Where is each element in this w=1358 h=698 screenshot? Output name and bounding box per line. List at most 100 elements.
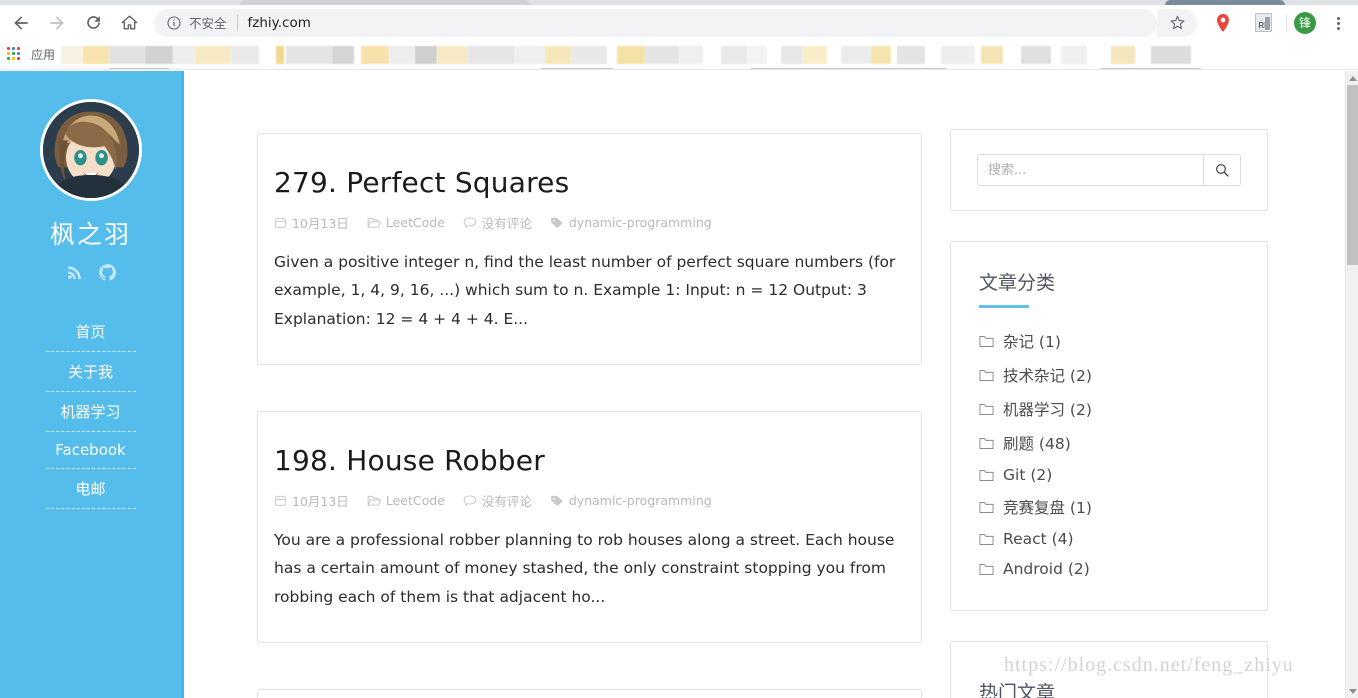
chevron-up-icon: [1348, 75, 1357, 81]
folder-icon: [979, 501, 994, 513]
sidebar-nav: 首页 关于我 机器学习 Facebook 电邮: [0, 312, 181, 509]
category-label: Git (2): [1003, 466, 1053, 484]
post-excerpt: You are a professional robber planning t…: [274, 530, 895, 606]
folder-icon: [367, 495, 381, 506]
forward-button[interactable]: [42, 8, 72, 38]
sidebar-item-email[interactable]: 电邮: [0, 469, 181, 508]
chrome-menu-button[interactable]: [1326, 11, 1350, 35]
post-comments[interactable]: 没有评论: [463, 491, 532, 510]
post-comments-text: 没有评论: [481, 215, 532, 231]
sidebar-item-home[interactable]: 首页: [0, 312, 181, 351]
rp-extension-icon[interactable]: RP: [1249, 9, 1277, 37]
post-card[interactable]: 198. House Robber 10月13日 LeetCode 没有评论 d…: [257, 410, 922, 643]
bookmark-star-button[interactable]: [1157, 8, 1197, 37]
post-excerpt: Given a positive integer n, find the lea…: [274, 252, 896, 329]
post-meta: 10月13日 LeetCode 没有评论 dynamic-programming: [274, 213, 905, 232]
sidebar-item-machine-learning[interactable]: 机器学习: [0, 392, 181, 431]
title-underline: [979, 305, 1029, 308]
site-title: 枫之羽: [49, 220, 131, 249]
info-icon[interactable]: [166, 15, 182, 31]
bookmarks-bar: 应用: [0, 40, 1358, 70]
scroll-up-button[interactable]: [1346, 71, 1358, 85]
post-comments[interactable]: 没有评论: [463, 213, 532, 232]
apps-label[interactable]: 应用: [31, 46, 55, 63]
chevron-down-icon: [1348, 688, 1357, 694]
comment-icon: [463, 494, 477, 506]
browser-window: 不安全 fzhiy.com RP 锋 应用 枫之羽 首页 关于我 机器学习 Fa…: [0, 0, 1358, 698]
post-category-text: LeetCode: [385, 214, 445, 230]
list-item[interactable]: React (4): [979, 524, 1239, 554]
folder-icon: [979, 369, 994, 381]
post-category-text: LeetCode: [385, 492, 445, 508]
reload-button[interactable]: [78, 8, 108, 38]
post-title[interactable]: 198. House Robber: [274, 445, 905, 477]
nav-divider: [45, 508, 136, 509]
category-label: Android (2): [1003, 560, 1090, 578]
page-scrollbar[interactable]: [1345, 71, 1358, 698]
rp-extension-badge: RP: [1254, 13, 1272, 32]
category-label: 刷题 (48): [1003, 435, 1071, 453]
omnibox-divider: [236, 15, 238, 30]
categories-title: 文章分类: [979, 272, 1056, 294]
comment-icon: [463, 217, 477, 228]
folder-icon: [979, 403, 994, 415]
post-title[interactable]: 279. Perfect Squares: [274, 167, 905, 199]
calendar-icon: [275, 494, 286, 506]
post-date: 10月13日: [274, 213, 349, 232]
sidebar-item-about[interactable]: 关于我: [0, 352, 181, 391]
post-tag[interactable]: dynamic-programming: [550, 215, 712, 230]
list-item[interactable]: 刷题 (48): [979, 426, 1239, 460]
folder-icon: [979, 437, 994, 449]
search-button[interactable]: [1203, 154, 1241, 186]
folder-icon: [979, 335, 994, 347]
scrollbar-thumb[interactable]: [1347, 85, 1358, 265]
post-comments-text: 没有评论: [481, 493, 532, 509]
list-item[interactable]: Android (2): [979, 554, 1239, 584]
tag-icon: [551, 217, 563, 228]
address-bar[interactable]: 不安全 fzhiy.com: [154, 8, 1157, 37]
profile-avatar[interactable]: 锋: [1294, 11, 1316, 34]
site-sidebar: 枫之羽 首页 关于我 机器学习 Facebook 电邮: [0, 71, 184, 698]
browser-toolbar: 不安全 fzhiy.com RP 锋: [0, 5, 1358, 40]
categories-widget: 文章分类 杂记 (1) 技术杂记 (2) 机器学习 (2) 刷题 (48) Gi…: [950, 241, 1268, 611]
post-category[interactable]: LeetCode: [367, 215, 445, 230]
post-date: 10月13日: [274, 491, 349, 510]
list-item[interactable]: 杂记 (1): [979, 324, 1239, 358]
back-button[interactable]: [6, 8, 36, 38]
avatar[interactable]: [39, 99, 142, 201]
post-card[interactable]: 279. Perfect Squares 10月13日 LeetCode 没有评…: [257, 133, 922, 365]
home-button[interactable]: [114, 8, 144, 38]
scroll-down-button[interactable]: [1346, 684, 1358, 698]
url-text: fzhiy.com: [247, 14, 311, 31]
security-status-label: 不安全: [189, 16, 227, 31]
apps-grid-icon[interactable]: [7, 46, 23, 63]
main-region: 279. Perfect Squares 10月13日 LeetCode 没有评…: [184, 71, 1345, 698]
list-item[interactable]: 技术杂记 (2): [979, 358, 1239, 392]
category-label: 竞赛复盘 (1): [1003, 499, 1092, 517]
widget-column: 文章分类 杂记 (1) 技术杂记 (2) 机器学习: [950, 129, 1268, 698]
category-label: 杂记 (1): [1003, 333, 1061, 351]
blurred-bookmark-items[interactable]: [61, 40, 1358, 70]
list-item[interactable]: Git (2): [979, 460, 1239, 490]
avatar-image: [42, 102, 139, 198]
tag-icon: [551, 495, 563, 506]
sidebar-item-facebook[interactable]: Facebook: [0, 432, 181, 468]
folder-icon: [367, 217, 381, 228]
location-pin-extension-icon[interactable]: [1209, 9, 1237, 37]
popular-posts-widget: 热门文章: [950, 641, 1268, 698]
post-tag-text: dynamic-programming: [568, 492, 712, 508]
post-date-text: 10月13日: [292, 215, 349, 231]
search-input[interactable]: [977, 154, 1203, 186]
post-card-partial[interactable]: [257, 688, 922, 698]
github-icon[interactable]: [98, 263, 117, 282]
list-item[interactable]: 机器学习 (2): [979, 392, 1239, 426]
list-item[interactable]: 竞赛复盘 (1): [979, 490, 1239, 524]
post-tag[interactable]: dynamic-programming: [550, 493, 712, 508]
folder-icon: [979, 563, 994, 575]
post-date-text: 10月13日: [292, 493, 349, 509]
post-category[interactable]: LeetCode: [367, 493, 445, 508]
rss-icon[interactable]: [65, 263, 84, 282]
calendar-icon: [275, 216, 286, 228]
search-bar: [977, 154, 1241, 186]
search-icon: [1216, 164, 1229, 177]
